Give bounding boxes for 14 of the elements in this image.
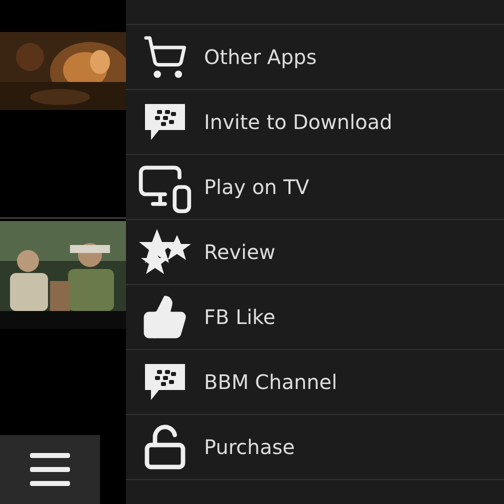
chat-bubble-icon bbox=[143, 102, 187, 142]
menu-item[interactable]: Purchase bbox=[204, 435, 295, 459]
menu-item[interactable]: Invite to Download bbox=[204, 110, 392, 134]
chat-bubble-icon bbox=[143, 362, 187, 402]
cart-icon bbox=[142, 34, 188, 80]
menu-item[interactable]: Other Apps bbox=[204, 45, 317, 69]
menu-icon bbox=[30, 452, 70, 486]
menu-item[interactable]: Review bbox=[204, 240, 276, 264]
menu-item[interactable]: BBM Channel bbox=[204, 370, 338, 394]
stars-icon bbox=[137, 227, 193, 277]
menu-item[interactable]: FB Like bbox=[204, 305, 276, 329]
thumbs-up-icon bbox=[141, 293, 189, 341]
menu-item[interactable]: Play on TV bbox=[204, 175, 310, 199]
menu-button[interactable] bbox=[0, 435, 100, 504]
